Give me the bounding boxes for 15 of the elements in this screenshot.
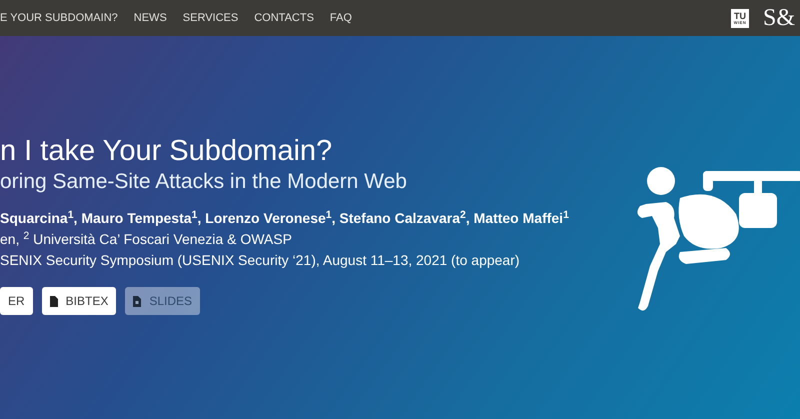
file-icon — [50, 296, 58, 306]
link-button[interactable]: BIBTEX — [42, 287, 116, 315]
author-list: Squarcina$^{1}$, Mauro Tempesta$^{1}$, Lorenzo Veronese$^{1}$, Stefano Calzavara$^{2}$, Matteo Maffei$^{1}$ — [0, 208, 800, 228]
paper-title: n I take Your Subdomain? — [0, 134, 334, 168]
nav-link[interactable]: E YOUR SUBDOMAIN? — [0, 10, 118, 26]
venue-info: SENIX Security Symposium (USENIX Security ‘21), August 11–13, 2021 (to appear) — [0, 251, 521, 270]
nav-link[interactable]: CONTACTS — [254, 10, 314, 26]
paper-subtitle: oring Same-Site Attacks in the Modern Web — [0, 169, 408, 195]
nav-link[interactable]: FAQ — [330, 10, 352, 26]
affiliations: en, $^{2}$ Università Ca’ Foscari Venezia & OWASP — [0, 229, 293, 249]
nav-link[interactable]: SERVICES — [182, 10, 238, 26]
nav-link[interactable]: NEWS — [134, 10, 167, 26]
link-button[interactable]: ER — [0, 287, 33, 315]
logo-text[interactable]: S& — [763, 6, 800, 30]
slides-file-icon — [133, 296, 142, 306]
